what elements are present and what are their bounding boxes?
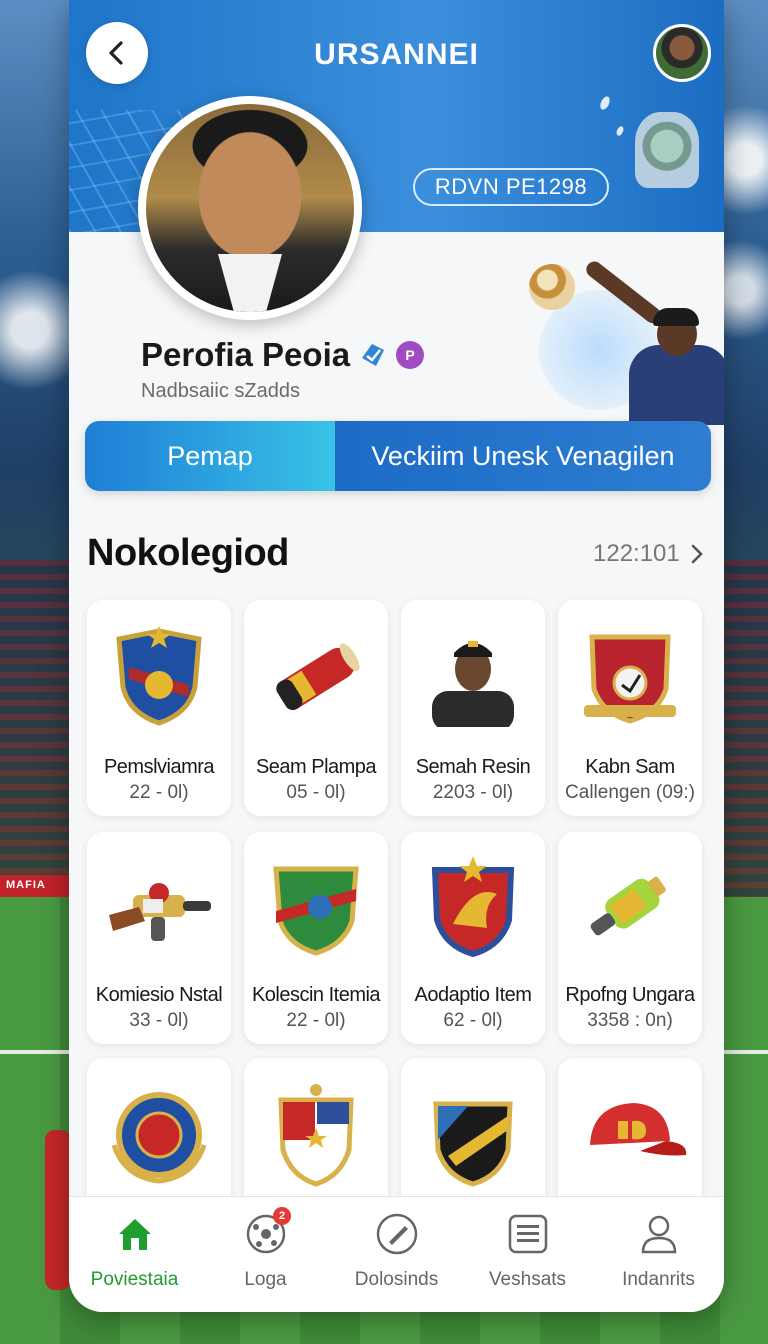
collection-card[interactable]: Aodaptio Item 62 - 0l) bbox=[401, 832, 545, 1044]
collection-card[interactable]: Seam Plampa 05 - 0l) bbox=[244, 600, 388, 816]
collection-card[interactable]: Kolescin Itemia 22 - 0l) bbox=[244, 832, 388, 1044]
item-name: Seam Plampa bbox=[255, 756, 377, 778]
player-illustration bbox=[509, 250, 724, 425]
crest-shield-blue-icon bbox=[87, 618, 231, 736]
player-id-pill[interactable]: RDVN PE1298 bbox=[413, 168, 609, 206]
nav-label: Veshsats bbox=[488, 1269, 567, 1290]
verified-icon bbox=[358, 340, 388, 370]
item-meta: 62 - 0l) bbox=[443, 1010, 503, 1031]
tab-pemap[interactable]: Pemap bbox=[85, 421, 335, 491]
item-meta: 33 - 0l) bbox=[129, 1010, 189, 1031]
collection-card[interactable]: Pemslviamra 22 - 0l) bbox=[87, 600, 231, 816]
eagle-crest-icon bbox=[401, 850, 545, 968]
tab-veckiim[interactable]: Veckiim Unesk Venagilen bbox=[335, 421, 711, 491]
collection-card[interactable]: Kabn Sam Callengen (09:) bbox=[558, 600, 702, 816]
section-title: Nokolegiod bbox=[87, 532, 289, 574]
nav-veshsats[interactable]: Veshsats bbox=[462, 1197, 593, 1312]
item-meta: 2203 - 0l) bbox=[432, 782, 514, 803]
item-name: Kolescin Itemia bbox=[251, 984, 381, 1006]
hero-sparkle bbox=[598, 94, 612, 112]
nav-dolosinds[interactable]: Dolosinds bbox=[331, 1197, 462, 1312]
item-meta: 22 - 0l) bbox=[286, 1010, 346, 1031]
trophy-icon bbox=[635, 112, 699, 188]
collection-card[interactable]: Semah Resin 2203 - 0l) bbox=[401, 600, 545, 816]
bottom-navigation: Poviestaia 2 Loga Dolosinds Veshsats Ind… bbox=[69, 1196, 724, 1312]
app-screen: URSANNEI RDVN PE1298 Perofia Peoia P Nad… bbox=[69, 0, 724, 1312]
person-icon bbox=[636, 1211, 682, 1257]
hero-sparkle bbox=[615, 125, 625, 137]
item-meta: 3358 : 0n) bbox=[587, 1010, 673, 1031]
soccer-ball-icon bbox=[529, 264, 575, 310]
user-avatar[interactable] bbox=[653, 24, 711, 82]
home-icon bbox=[112, 1211, 158, 1257]
item-name: Pemslviamra bbox=[103, 756, 215, 778]
profile-name: Perofia Peoia bbox=[141, 336, 351, 373]
item-meta: 05 - 0l) bbox=[286, 782, 346, 803]
laurel-badge-icon bbox=[87, 1076, 231, 1194]
nav-label: Poviestaia bbox=[90, 1269, 179, 1290]
profile-name-row: Perofia Peoia P bbox=[141, 336, 425, 374]
item-name: Rpofng Ungara bbox=[565, 984, 695, 1006]
chevron-right-icon bbox=[691, 544, 703, 564]
nav-home[interactable]: Poviestaia bbox=[69, 1197, 200, 1312]
edit-icon bbox=[374, 1211, 420, 1257]
item-meta: Callengen (09:) bbox=[565, 782, 695, 803]
nav-label: Indanrits bbox=[622, 1269, 695, 1290]
section-count: 122:101 bbox=[593, 540, 680, 567]
page-title: URSANNEI bbox=[314, 38, 479, 71]
nav-label: Loga bbox=[244, 1269, 287, 1290]
profile-photo[interactable] bbox=[138, 96, 362, 320]
collection-card[interactable]: Komiesio Nstal 33 - 0l) bbox=[87, 832, 231, 1044]
crest-shield-red-icon bbox=[558, 618, 702, 736]
spray-bottle-icon bbox=[558, 850, 702, 968]
stadium-banner: MAFIA bbox=[0, 875, 80, 897]
item-name: Aodaptio Item bbox=[414, 984, 532, 1006]
item-name: Komiesio Nstal bbox=[95, 984, 223, 1006]
item-name: Kabn Sam bbox=[585, 756, 675, 778]
coach-portrait-icon bbox=[401, 618, 545, 736]
crest-shield-green-icon bbox=[244, 850, 388, 968]
nav-loga[interactable]: 2 Loga bbox=[200, 1197, 331, 1312]
capsule-item-icon bbox=[244, 618, 388, 736]
nav-label: Dolosinds bbox=[354, 1269, 439, 1290]
section-count-link[interactable]: 122:101 bbox=[593, 540, 704, 568]
profile-subtitle: Nadbsaiic sZadds bbox=[141, 380, 300, 402]
item-meta: 22 - 0l) bbox=[129, 782, 189, 803]
background-player bbox=[45, 1130, 71, 1290]
striped-shield-icon bbox=[401, 1076, 545, 1194]
blaster-gun-icon bbox=[87, 850, 231, 968]
notification-badge: 2 bbox=[273, 1207, 291, 1225]
nav-indanrits[interactable]: Indanrits bbox=[593, 1197, 724, 1312]
list-icon bbox=[505, 1211, 551, 1257]
collection-card[interactable]: Rpofng Ungara 3358 : 0n) bbox=[558, 832, 702, 1044]
red-cap-icon bbox=[558, 1076, 702, 1194]
profile-tabs: Pemap Veckiim Unesk Venagilen bbox=[85, 421, 711, 491]
flag-shield-icon bbox=[244, 1076, 388, 1194]
item-name: Semah Resin bbox=[415, 756, 531, 778]
premium-badge-icon: P bbox=[396, 341, 425, 369]
